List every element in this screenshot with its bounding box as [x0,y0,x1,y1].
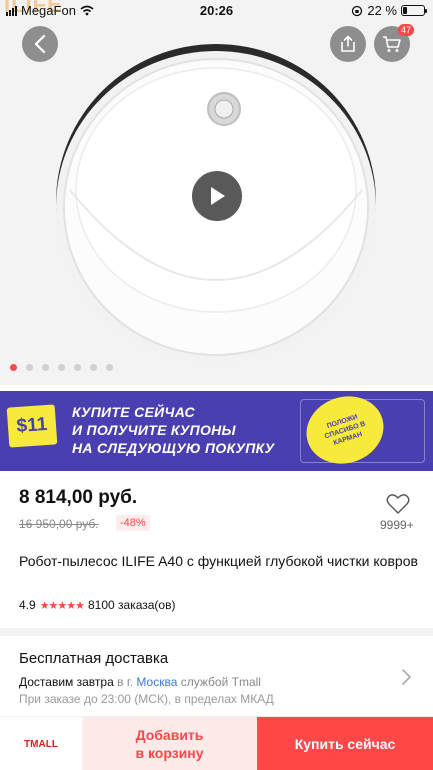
orientation-lock-icon [352,5,363,16]
cart-button[interactable]: 47 [374,24,414,62]
discount-badge: -48% [116,515,150,531]
promo-line-3: НА СЛЕДУЮЩУЮ ПОКУПКУ [72,440,275,456]
delivery-when: Доставим завтра [19,675,114,689]
gallery-dot[interactable] [26,364,33,371]
gallery-dot[interactable] [10,364,17,371]
cart-count-badge: 47 [397,24,414,36]
section-divider [0,628,433,636]
promo-banner[interactable]: $11 КУПИТЕ СЕЙЧАС И ПОЛУЧИТЕ КУПОНЫ НА С… [0,391,433,471]
status-bar: ILIFE MegaFon 20:26 22 % [0,0,433,22]
play-video-button[interactable] [192,171,242,221]
cart-icon [383,36,401,52]
heart-icon[interactable] [386,493,410,515]
gallery-dot[interactable] [90,364,97,371]
star-rating-icon: ★★★★★ [39,599,85,612]
add-to-cart-line-1: Добавить [135,727,204,743]
gallery-pagination [10,364,113,371]
gallery-dot[interactable] [58,364,65,371]
shipping-note: При заказе до 23:00 (МСК), в пределах МК… [19,692,274,706]
back-button[interactable] [22,26,58,62]
promo-line-1: КУПИТЕ СЕЙЧАС [72,404,195,420]
battery-icon [401,5,427,16]
product-gallery[interactable]: 47 [0,0,433,385]
bottom-action-bar: TMALL Добавить в корзину Купить сейчас [0,716,433,770]
current-price: 8 814,00 руб. [19,487,138,508]
add-to-cart-line-2: в корзину [135,745,204,761]
gallery-dot[interactable] [42,364,49,371]
gallery-dot[interactable] [106,364,113,371]
buy-now-button[interactable]: Купить сейчас [257,717,433,770]
delivery-service: службой Tmall [180,675,261,689]
battery-percent: 22 % [367,3,397,18]
promo-line-2: И ПОЛУЧИТЕ КУПОНЫ [72,422,236,438]
rating-value: 4.9 [19,598,36,612]
delivery-city-link[interactable]: Москва [136,675,177,689]
product-title: Робот-пылесос ILIFE A40 с функцией глубо… [19,553,418,569]
gallery-dot[interactable] [74,364,81,371]
sticker-text: ПОЛОЖИ СПАСИБО В КАРМАН [323,413,367,447]
chevron-left-icon [34,35,46,53]
wishlist-count: 9999+ [380,518,414,532]
rating-row[interactable]: 4.9 ★★★★★ 8100 заказа(ов) [19,598,175,612]
tmall-logo[interactable]: TMALL [0,717,82,770]
play-icon [211,187,225,205]
share-button[interactable] [330,26,366,62]
delivery-in-city: в г. [117,675,134,689]
orders-count: 8100 заказа(ов) [88,598,176,612]
promo-text: КУПИТЕ СЕЙЧАС И ПОЛУЧИТЕ КУПОНЫ НА СЛЕДУ… [72,403,274,457]
shipping-title[interactable]: Бесплатная доставка [19,650,168,667]
shipping-details[interactable]: Доставим завтра в г. Москва службой Tmal… [19,675,261,689]
coupon-value: $11 [6,404,58,448]
old-price: 16 950,00 руб. [19,517,99,531]
product-page: 47 ILIFE MegaFon 20:26 22 % $11 КУПИТЕ С… [0,0,433,770]
add-to-cart-button[interactable]: Добавить в корзину [82,717,257,770]
chevron-right-icon[interactable] [400,668,412,686]
share-icon [341,35,355,52]
